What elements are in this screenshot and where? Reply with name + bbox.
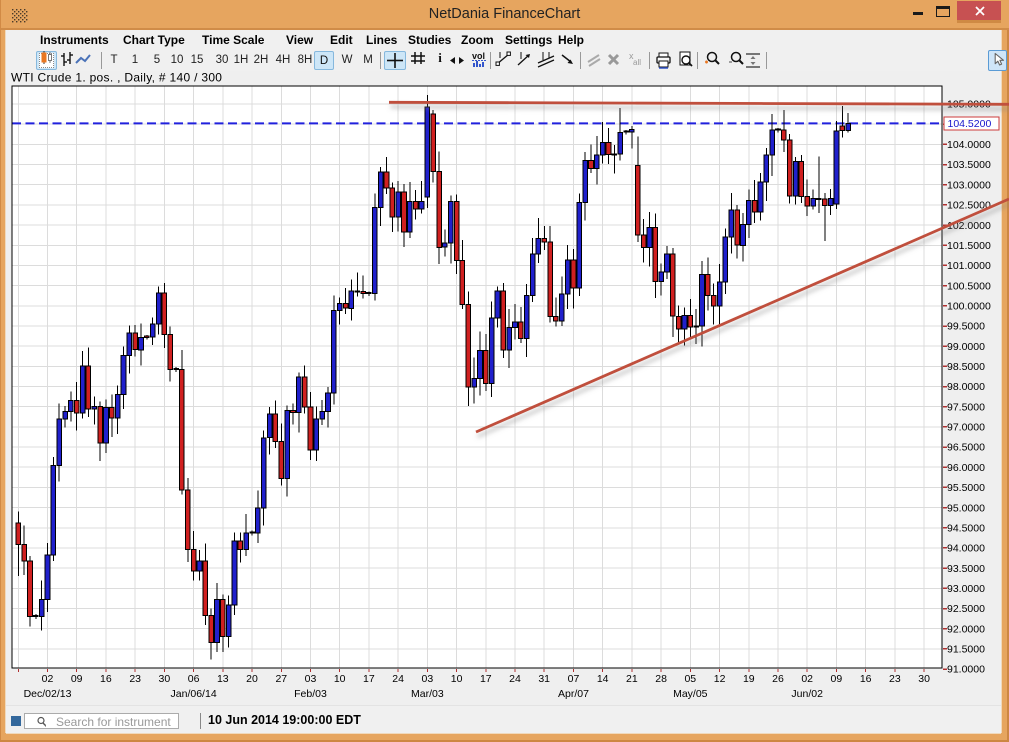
svg-text:Feb/03: Feb/03: [294, 688, 327, 700]
svg-text:28: 28: [655, 673, 667, 685]
svg-text:93.5000: 93.5000: [947, 563, 985, 575]
svg-text:03: 03: [305, 673, 317, 685]
svg-text:Dec/02/13: Dec/02/13: [24, 688, 72, 700]
svg-text:95.0000: 95.0000: [947, 502, 985, 514]
svg-text:05: 05: [684, 673, 696, 685]
svg-text:100.5000: 100.5000: [947, 280, 991, 292]
svg-text:30: 30: [159, 673, 171, 685]
svg-text:16: 16: [860, 673, 872, 685]
svg-text:26: 26: [772, 673, 784, 685]
svg-text:97.0000: 97.0000: [947, 422, 985, 434]
svg-text:09: 09: [71, 673, 83, 685]
svg-text:10: 10: [334, 673, 346, 685]
svg-text:27: 27: [275, 673, 287, 685]
svg-text:13: 13: [217, 673, 229, 685]
svg-text:30: 30: [918, 673, 930, 685]
svg-text:17: 17: [363, 673, 375, 685]
svg-text:03: 03: [422, 673, 434, 685]
svg-text:98.5000: 98.5000: [947, 361, 985, 373]
svg-text:24: 24: [392, 673, 404, 685]
svg-text:94.0000: 94.0000: [947, 543, 985, 555]
svg-text:23: 23: [129, 673, 141, 685]
svg-text:02: 02: [42, 673, 54, 685]
svg-text:103.5000: 103.5000: [947, 159, 991, 171]
svg-text:19: 19: [743, 673, 755, 685]
svg-text:99.0000: 99.0000: [947, 341, 985, 353]
svg-text:97.5000: 97.5000: [947, 401, 985, 413]
svg-text:95.5000: 95.5000: [947, 482, 985, 494]
svg-text:02: 02: [801, 673, 813, 685]
svg-text:93.0000: 93.0000: [947, 583, 985, 595]
svg-text:Jun/02: Jun/02: [791, 688, 823, 700]
svg-text:WTI Crude 1. pos. , Daily, # 1: WTI Crude 1. pos. , Daily, # 140 / 300: [11, 71, 222, 85]
svg-text:Apr/07: Apr/07: [558, 688, 589, 700]
svg-text:Mar/03: Mar/03: [411, 688, 444, 700]
svg-text:Jan/06/14: Jan/06/14: [171, 688, 217, 700]
svg-text:09: 09: [831, 673, 843, 685]
svg-text:96.0000: 96.0000: [947, 462, 985, 474]
svg-text:16: 16: [100, 673, 112, 685]
svg-text:10: 10: [451, 673, 463, 685]
svg-text:07: 07: [568, 673, 580, 685]
svg-text:23: 23: [889, 673, 901, 685]
svg-text:91.0000: 91.0000: [947, 664, 985, 676]
svg-text:103.0000: 103.0000: [947, 179, 991, 191]
svg-text:21: 21: [626, 673, 638, 685]
svg-text:May/05: May/05: [673, 688, 708, 700]
svg-text:94.5000: 94.5000: [947, 523, 985, 535]
svg-text:91.5000: 91.5000: [947, 644, 985, 656]
svg-text:24: 24: [509, 673, 521, 685]
svg-text:100.0000: 100.0000: [947, 301, 991, 313]
svg-text:17: 17: [480, 673, 492, 685]
svg-text:92.5000: 92.5000: [947, 603, 985, 615]
svg-text:101.0000: 101.0000: [947, 260, 991, 272]
svg-text:12: 12: [714, 673, 726, 685]
svg-text:96.5000: 96.5000: [947, 442, 985, 454]
svg-text:101.5000: 101.5000: [947, 240, 991, 252]
svg-text:92.0000: 92.0000: [947, 623, 985, 635]
svg-text:06: 06: [188, 673, 200, 685]
svg-text:104.5200: 104.5200: [948, 118, 992, 130]
svg-text:99.5000: 99.5000: [947, 321, 985, 333]
svg-text:14: 14: [597, 673, 609, 685]
svg-text:104.0000: 104.0000: [947, 139, 991, 151]
svg-text:20: 20: [246, 673, 258, 685]
svg-text:31: 31: [538, 673, 550, 685]
svg-text:98.0000: 98.0000: [947, 381, 985, 393]
svg-text:102.0000: 102.0000: [947, 220, 991, 232]
